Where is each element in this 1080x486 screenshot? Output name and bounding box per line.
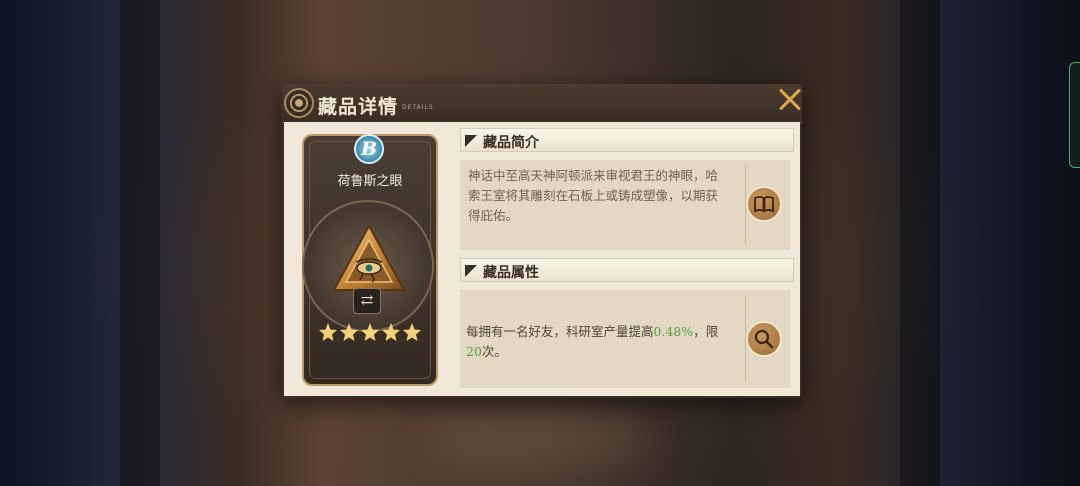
attr-text-part: ，限 xyxy=(693,324,719,339)
magnifier-icon[interactable] xyxy=(746,321,782,357)
emblem-icon xyxy=(284,88,314,118)
bonus-value: 0.48% xyxy=(653,324,694,339)
star-icon xyxy=(361,323,379,341)
attributes-section-header: 藏品属性 xyxy=(460,258,794,282)
item-name: 荷鲁斯之眼 xyxy=(337,174,403,189)
attr-text-part: 每拥有一名好友，科研室产量提高 xyxy=(466,324,654,339)
star-icon xyxy=(382,323,400,341)
section-marker-icon xyxy=(465,135,477,147)
intro-section-header: 藏品简介 xyxy=(460,128,794,152)
star-icon xyxy=(319,323,337,341)
background-pillar xyxy=(120,0,160,486)
intro-heading: 藏品简介 xyxy=(483,135,539,151)
eye-of-horus-relic-icon xyxy=(332,224,406,291)
background-pillar xyxy=(900,0,940,486)
collection-detail-dialog: 藏品详情 DETAILS B 荷鲁斯之眼 ⇄ 藏品简介 神话中至高天神阿顿派来审… xyxy=(282,84,802,398)
attr-text-part: 次。 xyxy=(481,344,507,359)
book-icon[interactable] xyxy=(746,186,782,222)
dialog-title: 藏品详情 xyxy=(318,96,399,118)
dialog-subtitle: DETAILS xyxy=(402,104,434,111)
close-icon[interactable] xyxy=(774,85,806,113)
side-tab[interactable] xyxy=(1069,62,1080,168)
attributes-text: 每拥有一名好友，科研室产量提高0.48%，限 20次。 xyxy=(466,322,728,362)
magnifier-icon-glyph xyxy=(754,329,774,349)
rarity-badge: B xyxy=(354,134,384,164)
item-card: B 荷鲁斯之眼 ⇄ xyxy=(302,134,438,386)
background-glow xyxy=(430,410,650,470)
intro-section-body: 神话中至高天神阿顿派来审视君王的神眼，哈索王室将其雕刻在石板上或铸成塑像，以期获… xyxy=(460,160,790,250)
dialog-titlebar: 藏品详情 DETAILS xyxy=(282,84,802,123)
attributes-heading: 藏品属性 xyxy=(483,265,539,281)
star-icon xyxy=(403,323,421,341)
star-icon xyxy=(340,323,358,341)
star-rating xyxy=(318,322,422,342)
book-icon-glyph xyxy=(754,196,774,213)
intro-text: 神话中至高天神阿顿派来审视君王的神眼，哈索王室将其雕刻在石板上或铸成塑像，以期获… xyxy=(468,168,719,223)
limit-value: 20 xyxy=(466,344,482,359)
attributes-section-body: 每拥有一名好友，科研室产量提高0.48%，限 20次。 xyxy=(460,290,790,388)
swap-icon[interactable]: ⇄ xyxy=(353,288,381,314)
dialog-content: B 荷鲁斯之眼 ⇄ 藏品简介 神话中至高天神阿顿派来审视君王的神眼，哈索王室将其… xyxy=(284,122,800,396)
section-marker-icon xyxy=(465,265,477,277)
